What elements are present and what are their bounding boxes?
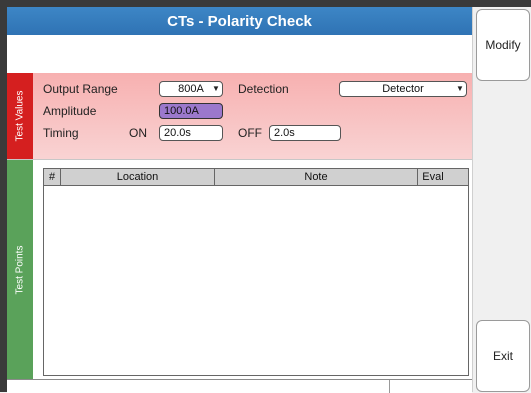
chevron-down-icon: ▼ <box>456 84 464 93</box>
output-range-value: 800A <box>178 83 204 95</box>
col-note[interactable]: Note <box>215 169 418 185</box>
test-points-section: Test Points # Location Note Eval <box>7 159 472 380</box>
off-time-value: 2.0s <box>274 127 295 139</box>
col-number[interactable]: # <box>44 169 61 185</box>
test-values-section: Test Values Output Range 800A ▼ Detectio… <box>7 73 472 159</box>
detection-select[interactable]: Detector ▼ <box>339 81 467 97</box>
test-values-tab-label: Test Values <box>14 90 26 142</box>
test-points-tab[interactable]: Test Points <box>7 160 33 380</box>
amplitude-label: Amplitude <box>43 104 97 118</box>
timing-label: Timing <box>43 126 79 140</box>
status-bar <box>7 379 472 393</box>
off-time-field[interactable]: 2.0s <box>269 125 341 141</box>
status-divider <box>389 380 390 393</box>
exit-button[interactable]: Exit <box>476 320 530 392</box>
col-location[interactable]: Location <box>61 169 215 185</box>
off-label: OFF <box>238 126 262 140</box>
test-points-grid[interactable]: # Location Note Eval <box>43 168 469 376</box>
test-values-tab[interactable]: Test Values <box>7 73 33 159</box>
output-range-select[interactable]: 800A ▼ <box>159 81 223 97</box>
side-panel: Modify Exit <box>472 7 531 392</box>
on-time-value: 20.0s <box>164 127 191 139</box>
window-title: CTs - Polarity Check <box>7 7 472 35</box>
detection-value: Detector <box>382 83 424 95</box>
on-time-field[interactable]: 20.0s <box>159 125 223 141</box>
chevron-down-icon: ▼ <box>212 84 220 93</box>
grid-header: # Location Note Eval <box>44 169 468 186</box>
detection-label: Detection <box>238 82 289 96</box>
on-label: ON <box>129 126 147 140</box>
modify-button[interactable]: Modify <box>476 9 530 81</box>
output-range-label: Output Range <box>43 82 118 96</box>
header-strip <box>7 35 472 73</box>
col-eval[interactable]: Eval <box>418 169 448 185</box>
main-panel: CTs - Polarity Check Test Values Output … <box>7 7 472 393</box>
amplitude-value: 100.0A <box>164 105 199 117</box>
amplitude-field[interactable]: 100.0A <box>159 103 223 119</box>
test-points-tab-label: Test Points <box>14 245 26 295</box>
